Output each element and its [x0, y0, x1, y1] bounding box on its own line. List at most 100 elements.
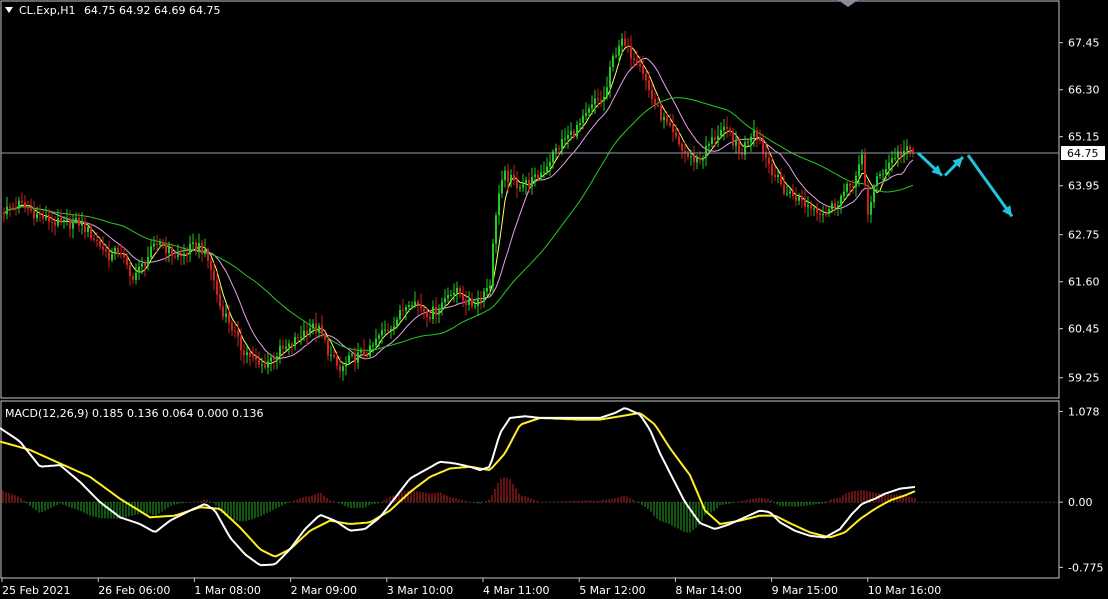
- candle-body: [222, 306, 224, 317]
- candle-body: [48, 214, 50, 222]
- candle-body: [879, 174, 881, 177]
- candle-body: [96, 239, 98, 241]
- candle-body: [201, 243, 203, 254]
- candle-body: [690, 156, 692, 158]
- candle-body: [168, 247, 170, 254]
- candle-body: [72, 221, 74, 229]
- candle-body: [207, 249, 209, 261]
- candle-body: [795, 196, 797, 201]
- candle-body: [558, 147, 560, 149]
- candle-body: [267, 361, 269, 368]
- candle-body: [321, 325, 323, 334]
- candle-body: [645, 73, 647, 81]
- candle-body: [288, 343, 290, 347]
- candle-body: [873, 185, 875, 203]
- candle-body: [474, 305, 476, 307]
- candle-body: [393, 326, 395, 329]
- candle-body: [15, 207, 17, 209]
- candle-body: [351, 353, 353, 356]
- candle-body: [54, 222, 56, 226]
- chart-canvas[interactable]: 67.45 66.30 65.15 63.95 62.75 61.60 60.45 59.25…: [0, 0, 1108, 599]
- time-tick-label: 3 Mar 10:00: [387, 584, 453, 597]
- time-tick-label: 9 Mar 15:00: [772, 584, 838, 597]
- candle-body: [504, 170, 506, 181]
- candle-body: [3, 212, 5, 215]
- last-price-tag: 64.75: [1061, 146, 1105, 161]
- price-tick-label: 60.45: [1068, 323, 1100, 336]
- candle-body: [75, 217, 77, 222]
- candle-body: [876, 176, 878, 186]
- candle-body: [237, 331, 239, 337]
- candle-body: [120, 253, 122, 255]
- candle-body: [594, 98, 596, 105]
- candle-body: [330, 354, 332, 356]
- macd-tick-label: -0.775: [1068, 561, 1103, 574]
- candle-body: [636, 60, 638, 64]
- candle-body: [111, 253, 113, 261]
- candle-body: [24, 202, 26, 208]
- candle-body: [513, 175, 515, 181]
- macd-tick-label: 1.078: [1068, 405, 1100, 418]
- macd-label: MACD(12,26,9) 0.185 0.136 0.064 0.000 0.…: [5, 407, 263, 420]
- time-tick-label: 25 Feb 2021: [2, 584, 70, 597]
- candle-body: [624, 38, 626, 46]
- candle-body: [225, 313, 227, 317]
- candle-body: [294, 337, 296, 347]
- candle-body: [78, 217, 80, 226]
- candle-body: [189, 243, 191, 254]
- candle-body: [51, 221, 53, 223]
- candle-body: [420, 304, 422, 309]
- candle-body: [414, 301, 416, 306]
- candle-body: [756, 130, 758, 138]
- price-tick-label: 59.25: [1068, 372, 1100, 385]
- candle-body: [687, 152, 689, 157]
- candle-body: [726, 126, 728, 129]
- candle-body: [900, 151, 902, 156]
- price-pane-header: CL.Exp,H1 64.75 64.92 64.69 64.75: [5, 4, 220, 17]
- candle-body: [69, 219, 71, 229]
- time-tick-label: 4 Mar 11:00: [483, 584, 549, 597]
- candle-body: [57, 218, 59, 226]
- candle-body: [843, 191, 845, 196]
- candle-body: [705, 145, 707, 158]
- candle-body: [891, 158, 893, 163]
- candle-body: [306, 330, 308, 335]
- candle-body: [291, 343, 293, 347]
- candle-body: [867, 184, 869, 215]
- candle-body: [681, 144, 683, 151]
- candle-body: [642, 66, 644, 74]
- time-tick-label: 10 Mar 16:00: [868, 584, 941, 597]
- candle-body: [378, 335, 380, 339]
- candle-body: [525, 179, 527, 185]
- candle-body: [486, 288, 488, 292]
- candle-body: [696, 158, 698, 163]
- candle-body: [753, 130, 755, 137]
- candle-body: [84, 221, 86, 233]
- candle-body: [204, 249, 206, 254]
- candle-body: [246, 352, 248, 356]
- candle-body: [693, 156, 695, 163]
- candle-body: [93, 238, 95, 240]
- candle-body: [615, 55, 617, 57]
- candle-body: [789, 191, 791, 194]
- candle-body: [219, 294, 221, 307]
- candle-body: [837, 205, 839, 208]
- candle-body: [540, 172, 542, 178]
- chart-background: [0, 0, 1108, 599]
- candle-body: [141, 263, 143, 267]
- time-tick-label: 8 Mar 14:00: [675, 584, 741, 597]
- candle-body: [426, 311, 428, 317]
- candle-body: [846, 183, 848, 192]
- candle-body: [183, 253, 185, 256]
- candle-body: [495, 215, 497, 244]
- candle-body: [108, 251, 110, 261]
- candle-body: [621, 38, 623, 46]
- candle-body: [18, 200, 20, 209]
- candle-body: [519, 187, 521, 189]
- candle-body: [882, 173, 884, 175]
- candle-body: [333, 354, 335, 357]
- candle-body: [864, 154, 866, 185]
- candle-body: [126, 257, 128, 265]
- candle-body: [627, 45, 629, 47]
- candle-body: [546, 166, 548, 172]
